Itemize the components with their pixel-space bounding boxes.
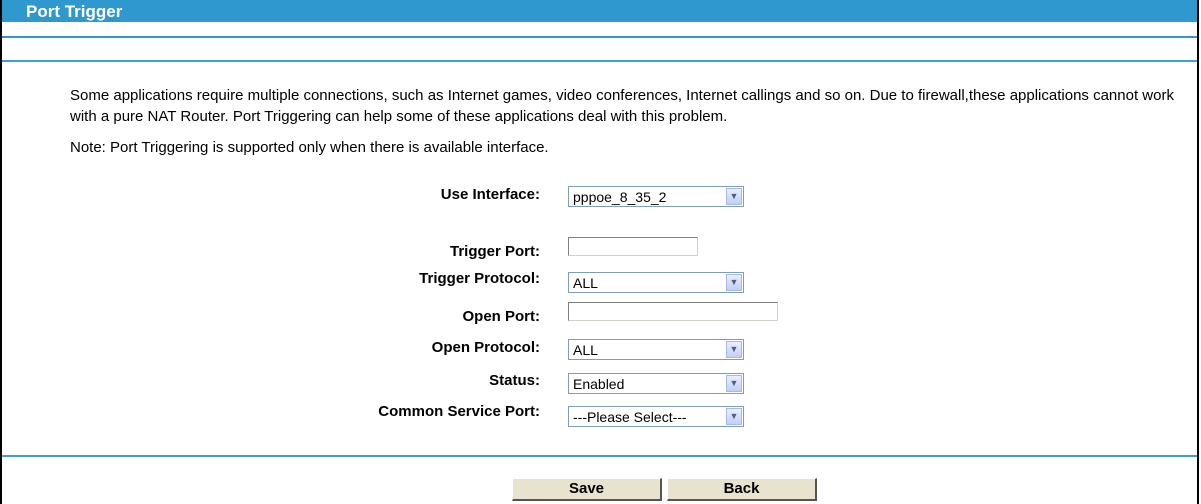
chevron-down-icon[interactable]: ▼ bbox=[726, 188, 742, 205]
status-label: Status: bbox=[489, 372, 540, 389]
save-button[interactable]: Save bbox=[512, 478, 662, 501]
use-interface-select[interactable]: pppoe_8_35_2 ▼ bbox=[568, 186, 744, 207]
title-strip bbox=[2, 22, 1197, 36]
use-interface-value: pppoe_8_35_2 bbox=[573, 189, 667, 205]
chevron-down-icon[interactable]: ▼ bbox=[726, 274, 742, 291]
chevron-down-icon[interactable]: ▼ bbox=[726, 408, 742, 425]
description-text: Some applications require multiple conne… bbox=[70, 87, 1174, 125]
chevron-down-icon[interactable]: ▼ bbox=[726, 341, 742, 358]
common-service-port-select[interactable]: ---Please Select--- ▼ bbox=[568, 406, 744, 427]
note-text: Note: Port Triggering is supported only … bbox=[70, 139, 549, 156]
use-interface-label: Use Interface: bbox=[440, 186, 540, 203]
status-value: Enabled bbox=[573, 376, 625, 392]
open-protocol-label: Open Protocol: bbox=[431, 339, 540, 356]
page-title: Port Trigger bbox=[26, 2, 123, 21]
trigger-port-label: Trigger Port: bbox=[449, 243, 540, 260]
chevron-down-icon[interactable]: ▼ bbox=[726, 375, 742, 392]
open-port-input[interactable] bbox=[568, 302, 778, 321]
common-service-port-value: ---Please Select--- bbox=[573, 409, 687, 425]
trigger-protocol-value: ALL bbox=[573, 275, 598, 291]
section-divider-bottom bbox=[2, 455, 1197, 457]
back-button[interactable]: Back bbox=[667, 478, 817, 501]
open-protocol-select[interactable]: ALL ▼ bbox=[568, 339, 744, 360]
trigger-port-input[interactable] bbox=[568, 237, 698, 256]
common-service-port-label: Common Service Port: bbox=[378, 403, 540, 420]
title-bar: Port Trigger bbox=[2, 0, 1197, 38]
section-divider-top bbox=[2, 60, 1197, 62]
trigger-protocol-label: Trigger Protocol: bbox=[419, 270, 540, 287]
status-select[interactable]: Enabled ▼ bbox=[568, 373, 744, 394]
trigger-protocol-select[interactable]: ALL ▼ bbox=[568, 272, 744, 293]
title-rule bbox=[2, 36, 1197, 38]
open-protocol-value: ALL bbox=[573, 342, 598, 358]
open-port-label: Open Port: bbox=[462, 308, 541, 325]
